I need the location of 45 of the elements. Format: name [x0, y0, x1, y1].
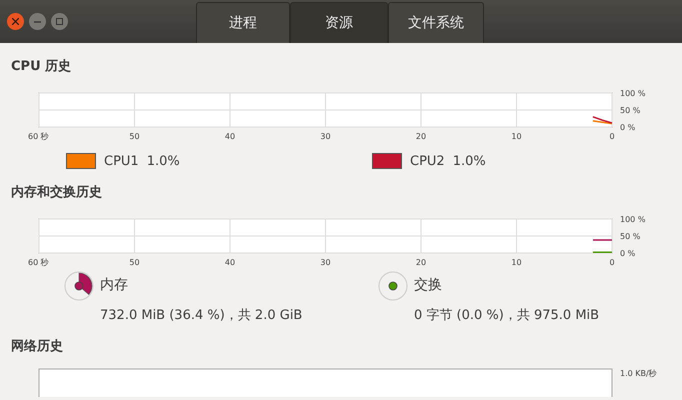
usage-text: 732.0 MiB (36.4 %)，共 2.0 GiB — [100, 307, 302, 324]
legend-label: CPU2 — [410, 154, 445, 168]
axis-label: 40 — [224, 258, 236, 267]
minimize-icon — [34, 20, 41, 22]
axis-label: 20 — [416, 132, 426, 141]
legend-label: 内存 — [100, 276, 129, 294]
maximize-icon — [56, 18, 63, 25]
axis-label: 0 % — [620, 123, 636, 132]
maximize-button[interactable] — [51, 13, 68, 30]
legend-value: 1.0% — [452, 154, 486, 168]
axis-label: 50 — [129, 258, 140, 267]
axis-label: 0 — [609, 132, 615, 141]
section-title: 内存和交换历史 — [10, 185, 103, 201]
axis-label: 10 — [511, 258, 522, 267]
color-swatch[interactable] — [66, 153, 96, 169]
axis-label: 100 % — [620, 215, 646, 224]
tab[interactable]: 资源 — [290, 2, 388, 43]
axis-label: 60 秒 — [28, 258, 49, 267]
axis-label: 0 — [609, 258, 615, 267]
axis-label: 60 秒 — [28, 132, 49, 141]
pie-chart-icon — [64, 271, 94, 301]
axis-label: 100 % — [620, 89, 646, 98]
legend-label: 交换 — [414, 276, 443, 294]
axis-label: 50 — [129, 132, 140, 141]
axis-label: 20 — [416, 258, 426, 267]
axis-label: 40 — [224, 132, 236, 141]
usage-text: 0 字节 (0.0 %)，共 975.0 MiB — [414, 307, 600, 324]
axis-label: 0 % — [620, 249, 636, 258]
axis-label: 50 % — [620, 232, 640, 241]
axis-label: 1.0 KB/秒 — [620, 369, 657, 378]
axis-label: 10 — [511, 132, 522, 141]
axis-label: 30 — [320, 132, 331, 141]
tab[interactable]: 进程 — [196, 2, 290, 43]
close-icon — [12, 18, 19, 25]
close-button[interactable] — [7, 13, 24, 30]
section-title: CPU 历史 — [10, 59, 72, 75]
color-swatch[interactable] — [372, 153, 402, 169]
minimize-button[interactable] — [29, 13, 46, 30]
section-title: 网络历史 — [10, 339, 64, 355]
legend-label: CPU1 — [104, 154, 139, 168]
axis-label: 50 % — [620, 106, 640, 115]
axis-label: 30 — [320, 258, 331, 267]
legend-value: 1.0% — [146, 154, 180, 168]
dot-icon — [378, 271, 408, 301]
tab[interactable]: 文件系统 — [388, 2, 484, 43]
